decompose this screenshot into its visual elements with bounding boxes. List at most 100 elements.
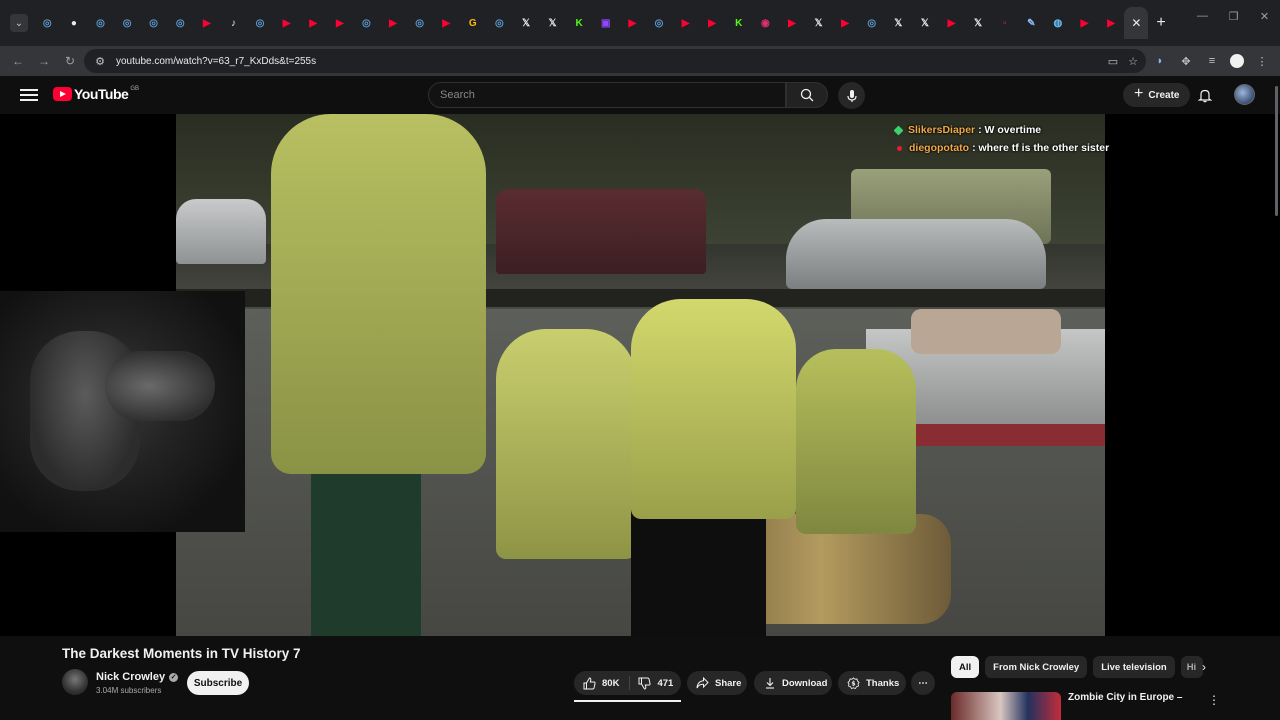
browser-tab[interactable]: K	[725, 7, 752, 39]
browser-tab[interactable]: 𝕏	[513, 7, 540, 39]
back-icon[interactable]: ←	[6, 49, 30, 73]
close-tab-icon[interactable]: ✕	[1131, 16, 1141, 30]
channel-avatar[interactable]	[62, 669, 88, 695]
voice-search-button[interactable]	[838, 82, 865, 109]
browser-tab[interactable]: ◎	[858, 7, 885, 39]
browser-tab[interactable]: 𝕏	[885, 7, 912, 39]
download-button[interactable]: Download	[754, 671, 832, 695]
bookmark-star-icon[interactable]: ☆	[1128, 55, 1138, 68]
browser-tab[interactable]: ▶	[300, 7, 327, 39]
chip-all[interactable]: All	[951, 656, 980, 678]
dislike-button[interactable]: 471	[630, 677, 681, 690]
browser-tab[interactable]: ▣	[592, 7, 619, 39]
active-tab[interactable]: ✕	[1124, 7, 1149, 39]
search-button[interactable]	[786, 82, 828, 108]
like-button[interactable]: 80K	[574, 676, 631, 690]
chat-overlay: SlikersDiaper : W overtime diegopotato :…	[893, 121, 1109, 157]
browser-tab[interactable]: ◍	[1045, 7, 1072, 39]
subscribe-button[interactable]: Subscribe	[187, 671, 249, 695]
browser-tab[interactable]: ◎	[646, 7, 673, 39]
media-icon[interactable]: ◗	[1152, 53, 1168, 69]
minimize-icon[interactable]: —	[1187, 0, 1218, 32]
browser-tab[interactable]: ◎	[406, 7, 433, 39]
recommendation-thumbnail[interactable]	[951, 692, 1061, 720]
new-tab-icon[interactable]: +	[1156, 14, 1165, 32]
chip-live-television[interactable]: Live television	[1093, 656, 1175, 678]
notifications-bell-icon[interactable]	[1196, 86, 1214, 104]
search-input[interactable]: Search	[428, 82, 786, 108]
youtube-icon: ▶	[282, 17, 291, 29]
browser-tab[interactable]: ▶	[273, 7, 300, 39]
browser-tab[interactable]: ▶	[327, 7, 354, 39]
address-bar[interactable]: ⚙ youtube.com/watch?v=63_r7_KxDds&t=255s…	[84, 49, 1146, 73]
profile-avatar[interactable]	[1230, 54, 1244, 68]
browser-tab[interactable]: ▶	[779, 7, 806, 39]
browser-tab[interactable]: 𝕏	[805, 7, 832, 39]
browser-tab[interactable]: G	[460, 7, 487, 39]
browser-tab[interactable]: ▶	[699, 7, 726, 39]
tab-search-chevron-icon[interactable]: ⌄	[10, 14, 28, 32]
browser-menu-icon[interactable]: ⋮	[1254, 53, 1270, 69]
browser-tab[interactable]: ◎	[140, 7, 167, 39]
chip-from-channel[interactable]: From Nick Crowley	[985, 656, 1088, 678]
browser-tab[interactable]: ✎	[1018, 7, 1045, 39]
channel-name[interactable]: Nick Crowley	[96, 671, 165, 683]
url-text[interactable]: youtube.com/watch?v=63_r7_KxDds&t=255s	[116, 56, 316, 67]
browser-tab[interactable]: 𝕏	[965, 7, 992, 39]
more-actions-button[interactable]: ⋯	[911, 671, 935, 695]
recommendation-menu-icon[interactable]: ⋮	[1208, 693, 1220, 707]
page-scrollbar[interactable]	[1275, 86, 1278, 216]
browser-tab[interactable]: 𝕏	[539, 7, 566, 39]
browser-tab[interactable]: ▶	[194, 7, 221, 39]
browser-tab[interactable]: ▶	[938, 7, 965, 39]
tab-search-icon[interactable]: ≡	[1204, 53, 1220, 69]
extensions-puzzle-icon[interactable]: ✥	[1178, 53, 1194, 69]
browser-tab[interactable]: ◎	[114, 7, 141, 39]
browser-tab[interactable]: ◎	[167, 7, 194, 39]
browser-tab[interactable]: ◎	[353, 7, 380, 39]
chevron-right-icon[interactable]: ›	[1196, 658, 1212, 676]
browser-tab[interactable]: ◎	[87, 7, 114, 39]
download-label: Download	[782, 677, 828, 689]
create-button[interactable]: + Create	[1123, 83, 1191, 107]
browser-tab[interactable]: ▶	[1071, 7, 1098, 39]
browser-tab[interactable]: ◎	[486, 7, 513, 39]
browser-tab[interactable]: ▶	[380, 7, 407, 39]
browser-tab[interactable]: ▶	[1098, 7, 1125, 39]
sidebar-filter-chips: All From Nick Crowley Live television Hi	[951, 656, 1203, 678]
restore-icon[interactable]: ❐	[1218, 0, 1249, 32]
site-info-icon[interactable]: ⚙	[90, 55, 110, 68]
browser-tab[interactable]: ◎	[247, 7, 274, 39]
browser-tab[interactable]: ♪	[220, 7, 247, 39]
verified-check-icon: ✓	[169, 672, 179, 682]
browser-tab[interactable]: ▫	[991, 7, 1018, 39]
browser-tab[interactable]: ▶	[433, 7, 460, 39]
dislike-count: 471	[657, 677, 674, 689]
chrome-icon: ◎	[867, 17, 877, 29]
hamburger-menu-icon[interactable]	[20, 85, 38, 105]
chat-message: SlikersDiaper : W overtime	[893, 121, 1109, 139]
browser-tab[interactable]: ◉	[752, 7, 779, 39]
reload-icon[interactable]: ↻	[58, 49, 82, 73]
browser-toolbar: ← → ↻ ⚙ youtube.com/watch?v=63_r7_KxDds&…	[0, 46, 1280, 76]
browser-tab[interactable]: ▶	[619, 7, 646, 39]
account-avatar[interactable]	[1234, 84, 1255, 105]
browser-tab[interactable]: ▶	[672, 7, 699, 39]
share-button[interactable]: Share	[687, 671, 747, 695]
browser-tab[interactable]: ◎	[34, 7, 61, 39]
channel-name-link[interactable]: Nick Crowley ✓	[96, 671, 179, 683]
youtube-icon: ▶	[1107, 17, 1115, 29]
browser-tab[interactable]: K	[566, 7, 593, 39]
browser-tab[interactable]: ●	[61, 7, 88, 39]
recommendation-title[interactable]: Zombie City in Europe –	[1068, 692, 1182, 703]
close-window-icon[interactable]: ✕	[1249, 0, 1280, 32]
thanks-button[interactable]: $ Thanks	[838, 671, 906, 695]
video-player[interactable]: SlikersDiaper : W overtime diegopotato :…	[0, 114, 1280, 636]
youtube-logo[interactable]: YouTube GB	[53, 86, 139, 102]
browser-tab[interactable]: 𝕏	[912, 7, 939, 39]
cast-icon[interactable]: ▭	[1108, 55, 1118, 68]
browser-tab[interactable]: ▶	[832, 7, 859, 39]
browser-tabstrip: ⌄ ◎ ● ◎ ◎ ◎ ◎ ▶ ♪ ◎ ▶ ▶ ▶ ◎ ▶ ◎ ▶ G ◎ 𝕏 𝕏 K ▣ ▶ ◎ ▶ ▶ K ◉ ▶ 𝕏 ▶ ◎ 𝕏 𝕏 ▶ 𝕏 ▫ ✎…	[0, 0, 1280, 46]
kick-icon: K	[575, 17, 583, 29]
forward-icon[interactable]: →	[32, 49, 56, 73]
